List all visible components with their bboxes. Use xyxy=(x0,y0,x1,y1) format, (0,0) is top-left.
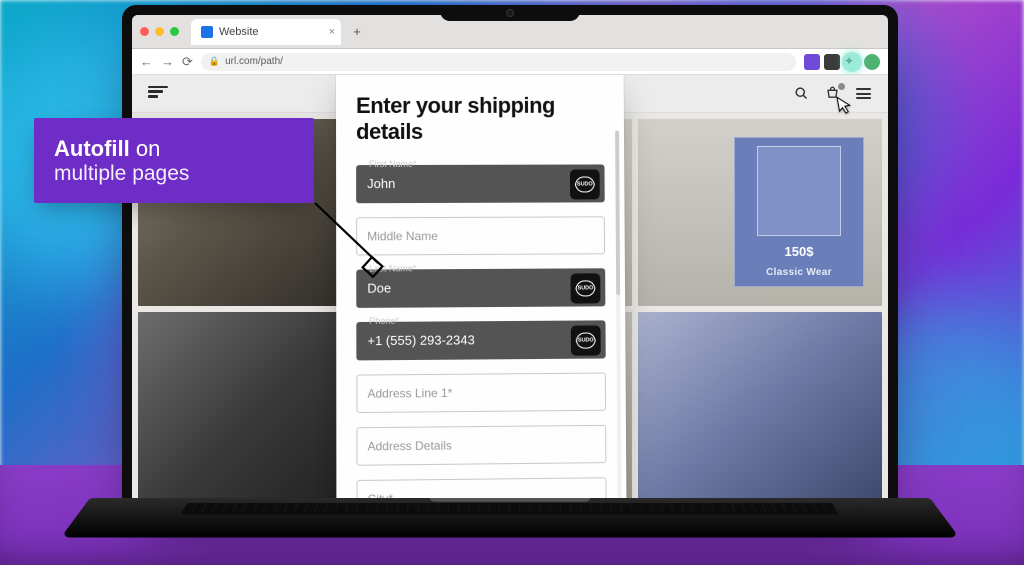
field-placeholder: Address Line 1* xyxy=(367,386,452,401)
highlighted-extension xyxy=(842,52,862,72)
forward-icon[interactable]: → xyxy=(161,54,174,69)
address-line1-field[interactable]: Address Line 1* xyxy=(356,372,606,412)
extensions: ✦ xyxy=(804,54,880,70)
profile-avatar-icon[interactable] xyxy=(864,54,880,70)
maximize-window-icon[interactable] xyxy=(170,27,179,36)
back-icon[interactable]: ← xyxy=(140,54,153,69)
new-tab-button[interactable]: + xyxy=(347,22,367,42)
field-placeholder: Address Details xyxy=(368,438,452,453)
product-tile[interactable]: 150$ Classic Wear xyxy=(638,119,882,306)
url-text: url.com/path/ xyxy=(225,56,283,67)
shipping-modal: Enter your shipping details First Name* … xyxy=(336,75,627,505)
close-tab-icon[interactable]: × xyxy=(329,26,335,38)
tab-title: Website xyxy=(219,26,259,38)
field-value: Doe xyxy=(367,281,391,296)
field-label: First Name* xyxy=(365,159,420,169)
middle-name-field[interactable]: Middle Name xyxy=(356,216,605,255)
laptop-base xyxy=(61,498,960,538)
field-label: Phone* xyxy=(365,316,403,326)
scrollbar-thumb[interactable] xyxy=(615,131,620,296)
url-bar[interactable]: 🔒 url.com/path/ xyxy=(201,53,796,71)
sudo-badge-icon[interactable]: SUDO xyxy=(571,325,601,355)
first-name-field[interactable]: First Name* John SUDO xyxy=(356,164,605,203)
field-placeholder: Middle Name xyxy=(367,229,438,243)
last-name-field[interactable]: Last Name* Doe SUDO xyxy=(356,268,605,308)
sudo-badge-icon[interactable]: SUDO xyxy=(570,169,600,199)
product-thumb xyxy=(757,146,841,236)
lock-icon: 🔒 xyxy=(209,56,220,67)
laptop: Website × + ← → ⟳ 🔒 url.com/path/ ✦ xyxy=(130,5,890,530)
callout-line2: multiple pages xyxy=(54,162,294,186)
phone-field[interactable]: Phone* +1 (555) 293-2343 SUDO xyxy=(356,320,605,360)
address-details-field[interactable]: Address Details xyxy=(356,425,606,466)
feature-callout: Autofill on multiple pages xyxy=(34,118,314,203)
product-tile[interactable] xyxy=(638,312,882,499)
laptop-screen: Website × + ← → ⟳ 🔒 url.com/path/ ✦ xyxy=(132,15,888,505)
field-value: +1 (555) 293-2343 xyxy=(367,333,474,349)
modal-scrollbar[interactable] xyxy=(615,131,622,505)
favicon-icon xyxy=(201,26,213,38)
browser-tab[interactable]: Website × xyxy=(191,19,341,45)
reload-icon[interactable]: ⟳ xyxy=(182,54,193,70)
field-value: John xyxy=(367,176,395,191)
extension-icon[interactable] xyxy=(804,54,820,70)
search-icon[interactable] xyxy=(793,85,810,102)
menu-icon[interactable] xyxy=(855,85,872,102)
field-label: Last Name* xyxy=(365,263,420,273)
product-card[interactable]: 150$ Classic Wear xyxy=(734,137,864,287)
minimize-window-icon[interactable] xyxy=(155,27,164,36)
close-window-icon[interactable] xyxy=(140,27,149,36)
laptop-notch xyxy=(440,5,580,21)
modal-title: Enter your shipping details xyxy=(356,93,604,145)
camera-icon xyxy=(506,9,514,17)
callout-line1: Autofill on xyxy=(54,136,294,162)
product-name: Classic Wear xyxy=(766,267,832,278)
window-controls[interactable] xyxy=(140,27,179,36)
extension-icon[interactable] xyxy=(824,54,840,70)
site-logo-icon[interactable] xyxy=(148,86,168,102)
product-price: 150$ xyxy=(785,244,814,259)
browser-toolbar: ← → ⟳ 🔒 url.com/path/ ✦ xyxy=(132,49,888,75)
sudo-badge-icon[interactable]: SUDO xyxy=(571,273,601,303)
